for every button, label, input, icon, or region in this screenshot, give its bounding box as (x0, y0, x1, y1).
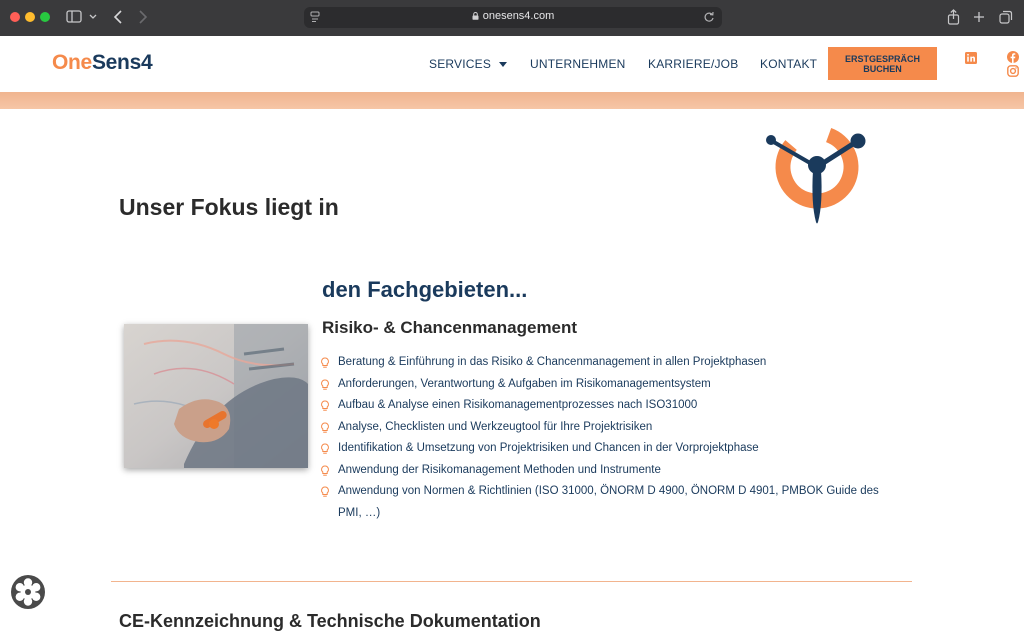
list-item: Anwendung der Risikomanagement Methoden … (320, 460, 900, 482)
header-accent-band (0, 92, 1024, 109)
list-item: Beratung & Einführung in das Risiko & Ch… (320, 352, 900, 374)
onesens4-logo[interactable]: OneSens4 (52, 51, 153, 75)
lightbulb-icon (321, 378, 329, 390)
nav-services[interactable]: SERVICES (429, 57, 508, 71)
whiteboard-photo (124, 324, 308, 468)
linkedin-icon[interactable] (965, 52, 977, 64)
url-text: onesens4.com (482, 10, 555, 22)
nav-kontakt[interactable]: KONTAKT (760, 57, 817, 71)
zoom-window-button[interactable] (40, 12, 50, 22)
reload-icon[interactable] (703, 11, 715, 23)
lightbulb-icon (321, 357, 329, 368)
list-item: Identifikation & Umsetzung von Projektri… (320, 438, 900, 460)
lightbulb-icon (321, 464, 329, 476)
clock-logo-icon (766, 125, 866, 224)
erstgespraech-buchen-button[interactable]: ERSTGESPRÄCH BUCHEN (828, 47, 937, 80)
hero-title: Unser Fokus liegt in (119, 194, 339, 220)
facebook-icon[interactable] (1007, 51, 1019, 63)
cookie-settings-icon[interactable] (10, 574, 46, 610)
minimize-window-button[interactable] (25, 12, 35, 22)
caret-down-icon (499, 62, 508, 67)
lightbulb-icon (321, 486, 329, 497)
browser-toolbar: onesens4.com (0, 0, 1024, 36)
risk-management-list: Beratung & Einführung in das Risiko & Ch… (320, 352, 900, 524)
list-item: Aufbau & Analyse einen Risikomanagementp… (320, 395, 900, 417)
forward-arrow-icon[interactable] (138, 10, 148, 24)
back-arrow-icon[interactable] (113, 10, 123, 24)
nav-karriere-job[interactable]: KARRIERE/JOB (648, 57, 738, 71)
subsection-title: Risiko- & Chancenmanagement (322, 318, 578, 337)
sidebar-toggle-icon[interactable] (66, 10, 82, 23)
close-window-button[interactable] (10, 12, 20, 22)
section-title: den Fachgebieten... (322, 277, 528, 302)
tab-overview-icon[interactable] (999, 10, 1013, 24)
lightbulb-icon (321, 443, 329, 454)
new-tab-icon[interactable] (973, 11, 985, 23)
instagram-icon[interactable] (1007, 65, 1019, 77)
share-icon[interactable] (947, 9, 960, 25)
chevron-down-icon[interactable] (89, 14, 97, 20)
address-bar[interactable]: onesens4.com (304, 7, 722, 28)
section-divider (111, 581, 912, 582)
list-item: Analyse, Checklisten und Werkzeugtool fü… (320, 417, 900, 439)
lock-icon (472, 12, 479, 20)
list-item: Anwendung von Normen & Richtlinien (ISO … (320, 481, 900, 524)
nav-unternehmen[interactable]: UNTERNEHMEN (530, 57, 626, 71)
site-header: OneSens4 SERVICES UNTERNEHMEN KARRIERE/J… (0, 36, 1024, 92)
list-item: Anforderungen, Verantwortung & Aufgaben … (320, 374, 900, 396)
lightbulb-icon (321, 421, 329, 433)
next-section-title: CE-Kennzeichnung & Technische Dokumentat… (119, 611, 541, 631)
lightbulb-icon (321, 400, 329, 411)
